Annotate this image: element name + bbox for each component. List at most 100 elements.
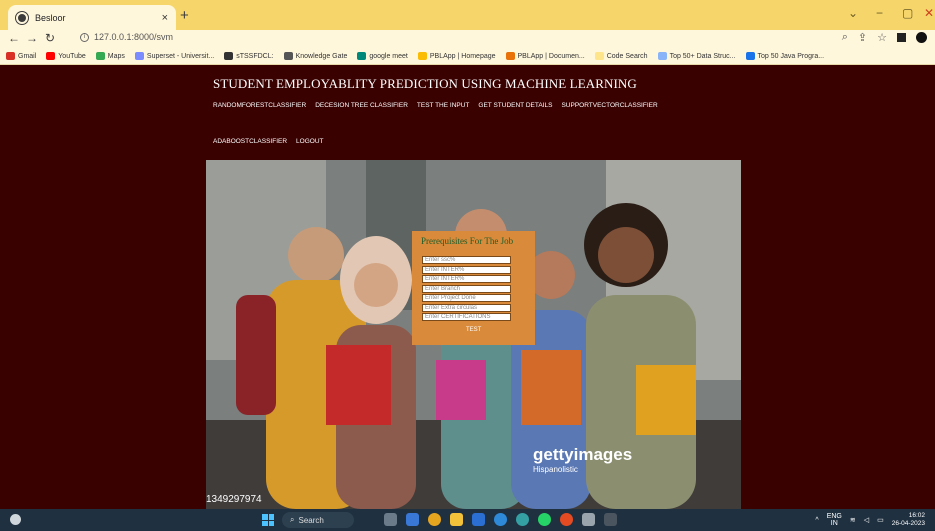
bookmark-item[interactable]: Knowledge Gate	[283, 52, 348, 60]
browser-tab-strip: Besloor × + ⌄ − ▢ ✕	[0, 0, 935, 30]
restore-icon[interactable]: ▢	[902, 6, 913, 20]
bookmark-item[interactable]: YouTube	[46, 52, 86, 60]
bookmark-favicon-icon	[134, 52, 144, 60]
bookmark-item[interactable]: Top 50 Java Progra...	[745, 52, 825, 60]
bookmark-favicon-icon	[95, 52, 105, 60]
sidepanel-icon[interactable]	[897, 33, 906, 42]
bookmark-item[interactable]: Code Search	[594, 52, 648, 60]
bookmark-favicon-icon	[224, 52, 234, 60]
file-explorer-icon[interactable]	[450, 513, 463, 526]
new-tab-button[interactable]: +	[180, 7, 189, 24]
task-view-icon[interactable]	[384, 513, 397, 526]
form-input-field[interactable]	[422, 275, 511, 283]
bookmark-favicon-icon	[657, 52, 667, 60]
nav-link[interactable]: GET STUDENT DETAILS	[478, 102, 552, 109]
search-icon: ⌕	[290, 515, 295, 524]
form-input-field[interactable]	[422, 313, 511, 321]
main-nav-row1: RANDOMFORESTCLASSIFIER DECESION TREE CLAS…	[213, 102, 658, 109]
store-icon[interactable]	[472, 513, 485, 526]
battery-icon[interactable]: ▭	[877, 516, 884, 524]
taskbar-search[interactable]: ⌕ Search	[282, 512, 354, 528]
bookmark-item[interactable]: google meet	[357, 52, 408, 60]
bookmarks-bar: Gmail YouTube Maps Superset - Universit... s…	[0, 48, 935, 65]
image-id: 1349297974	[206, 494, 262, 505]
browser-toolbar: ← → ↻ i 127.0.0.1:8000/svm ⌕ ⇪ ☆	[0, 30, 935, 48]
bookmark-item[interactable]: Top 50+ Data Struc...	[657, 52, 736, 60]
nav-link[interactable]: DECESION TREE CLASSIFIER	[315, 102, 408, 109]
bookmark-star-icon[interactable]: ☆	[877, 31, 887, 44]
chrome-icon[interactable]	[428, 513, 441, 526]
tab-search-icon[interactable]: ⌄	[848, 6, 858, 20]
taskbar-search-label: Search	[298, 515, 324, 525]
chat-icon[interactable]	[406, 513, 419, 526]
toolbar-actions: ⌕ ⇪ ☆	[842, 31, 927, 44]
address-bar[interactable]: i 127.0.0.1:8000/svm	[80, 32, 173, 42]
minimize-icon[interactable]: −	[876, 6, 883, 20]
nav-link[interactable]: SUPPORTVECTORCLASSIFIER	[561, 102, 657, 109]
zoom-icon[interactable]: ⌕	[842, 31, 848, 44]
settings-icon[interactable]	[582, 513, 595, 526]
bookmark-label: Top 50 Java Progra...	[757, 52, 825, 60]
volume-icon[interactable]: ◁	[864, 516, 869, 524]
edge-icon[interactable]	[494, 513, 507, 526]
clock[interactable]: 16:02 26-04-2023	[892, 512, 925, 528]
back-icon[interactable]: ←	[8, 31, 20, 45]
form-input-field[interactable]	[422, 265, 511, 274]
region-code: IN	[830, 520, 838, 527]
chrome-profile-icon[interactable]	[560, 513, 573, 526]
getty-watermark: gettyimages Hispanolistic	[533, 445, 632, 474]
nav-link[interactable]: RANDOMFORESTCLASSIFIER	[213, 102, 306, 109]
form-input-field[interactable]	[422, 294, 511, 302]
tab-close-icon[interactable]: ×	[162, 12, 168, 24]
form-input-field[interactable]	[422, 303, 511, 312]
browser-tab[interactable]: Besloor ×	[8, 5, 176, 30]
page-title: STUDENT EMPLOYABLITY PREDICTION USING MA…	[213, 76, 637, 91]
system-tray: ^ ENG IN ≋ ◁ ▭ 16:02 26-04-2023	[815, 512, 925, 528]
whatsapp-icon[interactable]	[538, 513, 551, 526]
form-heading: Prerequisites For The Job	[421, 236, 514, 246]
bookmark-favicon-icon	[357, 52, 367, 60]
bookmark-label: Superset - Universit...	[146, 52, 215, 60]
bookmark-item[interactable]: PBLApp | Documen...	[505, 52, 585, 60]
bookmark-label: Maps	[107, 52, 125, 60]
url-text: 127.0.0.1:8000/svm	[94, 32, 174, 42]
bookmark-favicon-icon	[505, 52, 515, 60]
prediction-form: Prerequisites For The Job TEST	[412, 231, 535, 345]
share-icon[interactable]: ⇪	[858, 31, 867, 44]
terminal-icon[interactable]	[604, 513, 617, 526]
nav-link[interactable]: TEST THE INPUT	[417, 102, 470, 109]
site-info-icon[interactable]: i	[80, 32, 89, 42]
nav-link[interactable]: LOGOUT	[296, 138, 323, 145]
profile-avatar[interactable]	[916, 32, 927, 43]
tray-chevron-icon[interactable]: ^	[815, 517, 818, 524]
form-input-field[interactable]	[422, 256, 511, 264]
wifi-icon[interactable]: ≋	[850, 516, 856, 524]
close-window-icon[interactable]: ✕	[924, 6, 934, 20]
bookmark-favicon-icon	[745, 52, 755, 60]
taskbar-apps	[384, 513, 617, 526]
bookmark-label: Knowledge Gate	[295, 52, 348, 60]
lang-code: ENG	[826, 513, 842, 520]
forward-icon[interactable]: →	[26, 31, 38, 45]
bookmark-item[interactable]: Gmail	[6, 52, 36, 60]
bookmark-item[interactable]: Superset - Universit...	[134, 52, 215, 60]
reload-icon[interactable]: ↻	[45, 31, 55, 45]
bookmark-item[interactable]: PBLApp | Homepage	[417, 52, 496, 60]
bookmark-label: Top 50+ Data Struc...	[669, 52, 736, 60]
bookmark-label: PBLApp | Documen...	[517, 52, 585, 60]
weather-icon[interactable]	[10, 514, 21, 525]
tab-title: Besloor	[35, 12, 66, 23]
clock-date: 26-04-2023	[891, 520, 925, 527]
bookmark-item[interactable]: sTSSFDCL:	[224, 52, 274, 60]
bookmark-label: Gmail	[18, 52, 37, 60]
bookmark-favicon-icon	[594, 52, 604, 60]
language-indicator[interactable]: ENG IN	[827, 513, 842, 527]
nav-link[interactable]: ADABOOSTCLASSIFIER	[213, 138, 287, 145]
bookmark-label: YouTube	[58, 52, 86, 60]
form-input-field[interactable]	[422, 284, 511, 293]
start-icon[interactable]	[262, 514, 274, 526]
test-button[interactable]: TEST	[466, 327, 481, 333]
app-icon[interactable]	[516, 513, 529, 526]
bookmark-label: google meet	[369, 52, 408, 60]
bookmark-item[interactable]: Maps	[95, 52, 125, 60]
